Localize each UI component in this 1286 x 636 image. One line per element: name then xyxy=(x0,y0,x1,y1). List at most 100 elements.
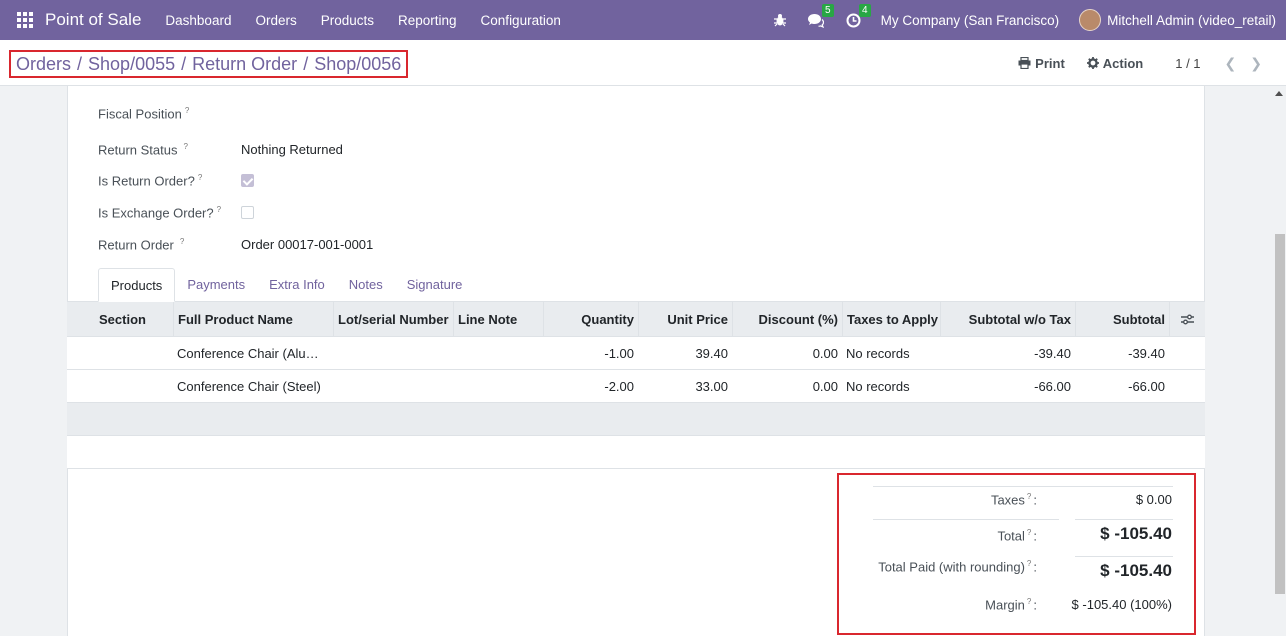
user-menu[interactable]: Mitchell Admin (video_retail) xyxy=(1107,13,1276,28)
return-status-value: Nothing Returned xyxy=(241,142,343,157)
menu-reporting[interactable]: Reporting xyxy=(386,13,469,28)
taxes-label: Taxes?: xyxy=(990,492,1037,508)
print-button[interactable]: Print xyxy=(1018,56,1065,71)
help-icon[interactable]: ? xyxy=(1027,528,1031,537)
breadcrumb-current: Shop/0056 xyxy=(314,53,402,74)
help-icon[interactable]: ? xyxy=(184,142,188,151)
pager-previous-icon[interactable]: ❮ xyxy=(1225,55,1237,72)
scroll-up-arrow-icon[interactable] xyxy=(1275,91,1283,96)
cell-subtotal-wo-tax: -39.40 xyxy=(1034,346,1071,361)
cell-discount: 0.00 xyxy=(812,346,838,361)
breadcrumb-orders[interactable]: Orders xyxy=(16,54,71,75)
is-return-order-label: Is Return Order?? xyxy=(98,173,203,189)
table-header: Section Full Product Name Lot/serial Num… xyxy=(67,302,1205,337)
cell-discount: 0.00 xyxy=(812,379,838,394)
table-row[interactable]: Conference Chair (Steel) -2.00 33.00 0.0… xyxy=(67,370,1205,403)
header-subtotal[interactable]: Subtotal xyxy=(1075,302,1169,337)
activities-clock-icon[interactable]: 4 xyxy=(846,3,871,28)
cell-note xyxy=(453,370,543,403)
totals-divider xyxy=(873,486,1173,487)
fiscal-position-label: Fiscal Position? xyxy=(98,106,190,122)
activities-badge: 4 xyxy=(859,3,871,17)
breadcrumb-separator: / xyxy=(303,53,309,74)
breadcrumb-separator: / xyxy=(77,53,83,74)
company-switcher[interactable]: My Company (San Francisco) xyxy=(881,13,1060,28)
header-quantity[interactable]: Quantity xyxy=(543,302,638,337)
messages-chat-icon[interactable]: 5 xyxy=(807,3,834,28)
header-full-product-name[interactable]: Full Product Name xyxy=(173,302,333,337)
header-unit-price[interactable]: Unit Price xyxy=(638,302,732,337)
pager-value[interactable]: 1 / 1 xyxy=(1175,56,1200,71)
help-icon[interactable]: ? xyxy=(1027,559,1031,568)
order-totals: Taxes?: $ 0.00 Total?: $ -105.40 Total P… xyxy=(837,473,1196,635)
cell-section xyxy=(67,337,173,370)
cell-unit-price: 39.40 xyxy=(695,346,728,361)
help-icon[interactable]: ? xyxy=(185,106,189,115)
return-status-label: Return Status? xyxy=(98,142,188,158)
is-return-order-checkbox[interactable] xyxy=(241,174,254,187)
help-icon[interactable]: ? xyxy=(180,237,184,246)
return-order-label: Return Order? xyxy=(98,237,185,253)
cell-product-name: Conference Chair (Steel) xyxy=(177,379,321,394)
header-lot-serial[interactable]: Lot/serial Number xyxy=(333,302,453,337)
help-icon[interactable]: ? xyxy=(198,173,202,182)
help-icon[interactable]: ? xyxy=(1027,597,1031,606)
cell-note xyxy=(453,337,543,370)
user-avatar[interactable] xyxy=(1079,9,1102,31)
order-lines-table: Section Full Product Name Lot/serial Num… xyxy=(67,302,1205,469)
breadcrumb-return-order[interactable]: Return Order xyxy=(192,54,297,75)
page-scrollbar[interactable] xyxy=(1272,86,1286,636)
cell-unit-price: 33.00 xyxy=(695,379,728,394)
cell-taxes: No records xyxy=(846,379,910,394)
is-exchange-order-checkbox[interactable] xyxy=(241,206,254,219)
app-name[interactable]: Point of Sale xyxy=(45,10,141,30)
totals-divider xyxy=(873,519,1059,520)
cell-lot xyxy=(333,337,453,370)
return-order-value[interactable]: Order 00017-001-0001 xyxy=(241,237,373,252)
tab-notes[interactable]: Notes xyxy=(337,268,395,302)
cell-section xyxy=(67,370,173,403)
header-subtotal-wo-tax[interactable]: Subtotal w/o Tax xyxy=(940,302,1075,337)
menu-products[interactable]: Products xyxy=(309,13,386,28)
gear-icon xyxy=(1086,57,1099,69)
tab-payments[interactable]: Payments xyxy=(175,268,257,302)
optional-columns-icon[interactable] xyxy=(1169,302,1205,337)
top-navbar: Point of Sale Dashboard Orders Products … xyxy=(0,0,1286,40)
totals-divider xyxy=(1075,519,1173,520)
cell-taxes: No records xyxy=(846,346,910,361)
menu-dashboard[interactable]: Dashboard xyxy=(153,13,243,28)
cell-quantity: -2.00 xyxy=(604,379,634,394)
debug-bug-icon[interactable] xyxy=(773,13,787,27)
totals-divider xyxy=(1075,556,1173,557)
pager-next-icon[interactable]: ❯ xyxy=(1250,55,1262,72)
tab-signature[interactable]: Signature xyxy=(395,268,475,302)
total-paid-label: Total Paid (with rounding)?: xyxy=(878,559,1037,575)
header-line-note[interactable]: Line Note xyxy=(453,302,543,337)
header-section[interactable]: Section xyxy=(67,302,173,337)
cell-lot xyxy=(333,370,453,403)
cell-subtotal-wo-tax: -66.00 xyxy=(1034,379,1071,394)
taxes-value: $ 0.00 xyxy=(1135,492,1172,507)
cell-subtotal: -66.00 xyxy=(1128,379,1165,394)
tab-products[interactable]: Products xyxy=(98,268,176,302)
total-label: Total?: xyxy=(997,528,1037,544)
header-discount[interactable]: Discount (%) xyxy=(732,302,842,337)
help-icon[interactable]: ? xyxy=(1027,492,1031,501)
breadcrumb: Orders / Shop/0055 / Return Order / Shop… xyxy=(9,50,409,78)
menu-orders[interactable]: Orders xyxy=(243,13,308,28)
notebook-tabs: Products Payments Extra Info Notes Signa… xyxy=(98,268,474,302)
tab-extra-info[interactable]: Extra Info xyxy=(257,268,337,302)
header-taxes[interactable]: Taxes to Apply xyxy=(842,302,940,337)
table-row[interactable]: Conference Chair (Alu… -1.00 39.40 0.00 … xyxy=(67,337,1205,370)
apps-menu-icon[interactable] xyxy=(17,12,33,28)
action-button[interactable]: Action xyxy=(1086,56,1143,71)
cell-product-name: Conference Chair (Alu… xyxy=(177,346,319,361)
total-paid-value: $ -105.40 xyxy=(1100,561,1172,580)
menu-configuration[interactable]: Configuration xyxy=(469,13,573,28)
breadcrumb-separator: / xyxy=(181,53,187,74)
control-panel: Orders / Shop/0055 / Return Order / Shop… xyxy=(0,40,1286,86)
messages-badge: 5 xyxy=(822,3,834,17)
breadcrumb-shop-0055[interactable]: Shop/0055 xyxy=(88,54,175,75)
help-icon[interactable]: ? xyxy=(217,205,221,214)
scrollbar-thumb[interactable] xyxy=(1275,234,1285,594)
